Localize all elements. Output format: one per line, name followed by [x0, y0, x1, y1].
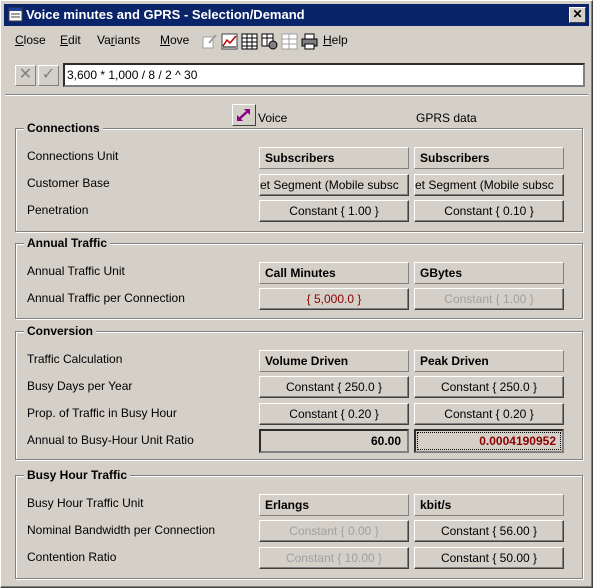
app-icon [8, 7, 23, 22]
voice-penetration[interactable]: Constant { 1.00 } [259, 200, 409, 222]
settings-icon[interactable] [261, 33, 278, 50]
voice-connections-unit[interactable]: Subscribers [259, 147, 409, 169]
menu-help[interactable]: Help [323, 33, 348, 47]
table-icon[interactable] [241, 33, 258, 50]
gprs-busy-days[interactable]: Constant { 250.0 } [414, 376, 564, 398]
menu-edit-rest: dit [68, 33, 81, 47]
dialog-window: Voice minutes and GPRS - Selection/Deman… [0, 0, 593, 588]
row-label: Contention Ratio [27, 550, 117, 564]
voice-busy-days[interactable]: Constant { 250.0 } [259, 376, 409, 398]
gprs-penetration[interactable]: Constant { 0.10 } [414, 200, 564, 222]
row-label: Penetration [27, 203, 89, 217]
menu-move[interactable]: Move [160, 33, 189, 47]
menu-move-rest: ove [170, 33, 190, 47]
close-window-button[interactable]: ✕ [569, 7, 586, 23]
title-bar: Voice minutes and GPRS - Selection/Deman… [4, 4, 589, 26]
accept-formula-button[interactable]: ✓ [38, 65, 59, 86]
gprs-annual-traffic-per-connection: Constant { 1.00 } [414, 288, 564, 310]
gprs-connections-unit[interactable]: Subscribers [414, 147, 564, 169]
gprs-prop-busy-hour[interactable]: Constant { 0.20 } [414, 403, 564, 425]
menu-edit-key: E [60, 33, 69, 47]
group-title: Busy Hour Traffic [24, 468, 131, 482]
column-header-gprs: GPRS data [416, 111, 477, 125]
menu-help-rest: elp [331, 33, 348, 47]
row-label: Annual Traffic per Connection [27, 291, 185, 305]
chart-icon[interactable] [221, 33, 238, 50]
row-label: Annual to Busy-Hour Unit Ratio [27, 433, 194, 447]
formula-input[interactable]: 3,600 * 1,000 / 8 / 2 ^ 30 [63, 63, 585, 87]
menu-variants[interactable]: Variants [97, 33, 140, 47]
menu-close-rest: lose [23, 33, 46, 47]
gprs-customer-base[interactable]: et Segment (Mobile subsc [414, 174, 564, 196]
column-header-voice: Voice [258, 111, 288, 125]
gprs-annual-traffic-unit[interactable]: GBytes [414, 262, 564, 284]
row-label: Annual Traffic Unit [27, 264, 125, 278]
voice-busy-hour-unit[interactable]: Erlangs [259, 494, 409, 516]
voice-contention-ratio: Constant { 10.00 } [259, 547, 409, 569]
row-label: Traffic Calculation [27, 352, 123, 366]
menu-close[interactable]: Close [15, 33, 46, 47]
menu-close-key: C [15, 33, 24, 47]
gprs-traffic-calculation[interactable]: Peak Driven [414, 350, 564, 372]
menu-move-key: M [160, 33, 170, 47]
group-title: Annual Traffic [24, 236, 111, 250]
window-title: Voice minutes and GPRS - Selection/Deman… [26, 7, 305, 22]
gprs-busy-hour-unit[interactable]: kbit/s [414, 494, 564, 516]
print-icon[interactable] [301, 33, 318, 50]
gprs-unit-ratio[interactable]: 0.0004190952 [414, 429, 564, 453]
voice-annual-traffic-unit[interactable]: Call Minutes [259, 262, 409, 284]
row-label: Prop. of Traffic in Busy Hour [27, 406, 177, 420]
edit-icon[interactable] [201, 33, 218, 50]
gprs-contention-ratio[interactable]: Constant { 50.00 } [414, 547, 564, 569]
group-title: Conversion [24, 324, 97, 338]
voice-customer-base[interactable]: et Segment (Mobile subsc [259, 174, 409, 196]
menu-help-key: H [323, 33, 332, 47]
row-label: Connections Unit [27, 149, 119, 163]
voice-unit-ratio[interactable]: 60.00 [259, 429, 409, 453]
row-label: Customer Base [27, 176, 110, 190]
cancel-formula-button[interactable]: ✕ [15, 65, 36, 86]
group-title: Connections [24, 121, 103, 135]
voice-annual-traffic-per-connection[interactable]: { 5,000.0 } [259, 288, 409, 310]
gprs-nominal-bandwidth[interactable]: Constant { 56.00 } [414, 520, 564, 542]
grid-icon[interactable] [281, 33, 298, 50]
row-label: Busy Hour Traffic Unit [27, 496, 144, 510]
row-label: Nominal Bandwidth per Connection [27, 523, 216, 537]
row-label: Busy Days per Year [27, 379, 133, 393]
menu-variants-pre: Va [97, 33, 111, 47]
menu-edit[interactable]: Edit [60, 33, 81, 47]
menu-variants-rest: iants [114, 33, 141, 47]
voice-nominal-bandwidth: Constant { 0.00 } [259, 520, 409, 542]
swap-arrow-icon[interactable] [232, 104, 256, 126]
voice-traffic-calculation[interactable]: Volume Driven [259, 350, 409, 372]
separator [5, 94, 588, 96]
formula-bar: ✕ ✓ 3,600 * 1,000 / 8 / 2 ^ 30 [13, 63, 585, 87]
voice-prop-busy-hour[interactable]: Constant { 0.20 } [259, 403, 409, 425]
menu-bar: Close Edit Variants Move Help [5, 29, 589, 53]
